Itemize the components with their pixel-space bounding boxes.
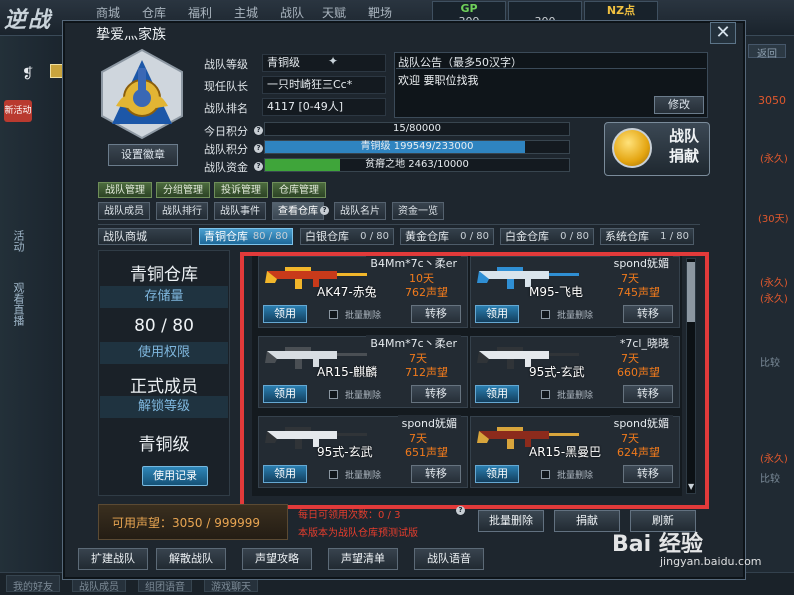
tab-bronze-storage[interactable]: 青铜仓库 80 / 80	[199, 228, 293, 245]
clan-level-label: 战队等级	[204, 58, 248, 71]
baidu-watermark: Bai 经验	[612, 532, 703, 557]
right-tag-2: (30天)	[758, 214, 789, 225]
tab-clan-manage[interactable]: 战队管理	[98, 182, 152, 198]
tab-silver-storage[interactable]: 白银仓库 0 / 80	[300, 228, 394, 245]
tab-storage-manage[interactable]: 仓库管理	[272, 182, 326, 198]
tab-gold-storage[interactable]: 黄金仓库 0 / 80	[400, 228, 494, 245]
rank-label: 战队排名	[204, 102, 248, 115]
help-icon[interactable]: ?	[320, 206, 329, 215]
usage-log-button[interactable]: 使用记录	[142, 466, 208, 486]
today-points-bar: 15/80000	[264, 122, 570, 136]
nav-clan[interactable]: 战队	[280, 4, 304, 21]
disband-clan-button[interactable]: 解散战队	[156, 548, 226, 570]
nav-range[interactable]: 靶场	[368, 4, 392, 21]
tab-events[interactable]: 战队事件	[214, 202, 266, 220]
clan-voice-button[interactable]: 战队语音	[414, 548, 484, 570]
tab-system-storage[interactable]: 系统仓库 1 / 80	[600, 228, 694, 245]
tab-group-manage[interactable]: 分组管理	[156, 182, 210, 198]
available-fame: 可用声望：3050 / 999999	[112, 516, 261, 530]
tab-divider	[98, 224, 700, 225]
back-button[interactable]: 返回	[748, 44, 786, 60]
right-fame: 3050	[758, 94, 786, 107]
clan-level-value: 青铜级	[262, 54, 386, 72]
nav-warehouse[interactable]: 仓库	[142, 4, 166, 21]
tab-view-storage[interactable]: 查看仓库	[272, 202, 324, 220]
tab-ranking[interactable]: 战队排行	[156, 202, 208, 220]
tab-clan-card[interactable]: 战队名片	[334, 202, 386, 220]
donate-item-button[interactable]: 捐献	[554, 510, 620, 532]
clan-points-bar: 青铜级 199549/233000	[264, 140, 570, 154]
daily-claim-hint: 每日可领用次数：0 / 3	[298, 510, 401, 521]
clan-funds-text: 贫瘠之地 2463/10000	[365, 159, 469, 170]
permission-label: 使用权限	[100, 342, 228, 364]
nav-welfare[interactable]: 福利	[188, 4, 212, 21]
tab-clan-shop[interactable]: 战队商城	[98, 228, 192, 245]
today-points-text: 15/80000	[393, 123, 441, 134]
donate-label: 战队捐献	[668, 127, 699, 165]
set-badge-button[interactable]: 设置徽章	[108, 144, 178, 166]
side-activity[interactable]: 活动	[4, 230, 26, 270]
help-icon[interactable]: ?	[456, 506, 465, 515]
notice-body: 欢迎 要职位找我	[398, 74, 479, 87]
clan-funds-bar: 贫瘠之地 2463/10000	[264, 158, 570, 172]
new-activity-badge[interactable]: 新活动	[4, 100, 32, 122]
batch-delete-button[interactable]: 批量删除	[478, 510, 544, 532]
edit-notice-button[interactable]: 修改	[654, 96, 704, 114]
tab-members[interactable]: 战队成员	[98, 202, 150, 220]
tab-funds[interactable]: 资金一览	[392, 202, 444, 220]
side-live[interactable]: 观看直播	[4, 282, 26, 342]
permission-value: 正式成员	[130, 377, 198, 397]
captain-label: 现任队长	[204, 80, 248, 93]
beta-hint: 本版本为战队仓库预测试版	[298, 528, 418, 539]
help-icon[interactable]: ?	[254, 144, 263, 153]
unlock-label: 解锁等级	[100, 396, 228, 418]
coin-icon	[612, 128, 652, 168]
right-tag-5: (永久)	[760, 454, 788, 465]
capacity-label: 存储量	[100, 286, 228, 308]
nav-main-city[interactable]: 主城	[234, 4, 258, 21]
nav-shop[interactable]: 商城	[96, 4, 120, 21]
right-compare-1[interactable]: 比较	[760, 354, 780, 369]
annotation-highlight-box	[240, 252, 709, 509]
fame-guide-button[interactable]: 声望攻略	[242, 548, 312, 570]
notice-divider	[396, 68, 706, 69]
nav-talent[interactable]: 天赋	[322, 4, 346, 21]
close-icon[interactable]: ✕	[710, 22, 736, 44]
tab-platinum-storage[interactable]: 白金仓库 0 / 80	[500, 228, 594, 245]
captain-value: 一只时崎狂三Cc*	[262, 76, 386, 94]
dialog-title: 挚爱灬家族	[96, 27, 166, 43]
qq-icon[interactable]: ❡	[22, 66, 38, 82]
rank-value: 4117 [0-49人]	[262, 98, 386, 116]
capacity-value: 80 / 80	[134, 316, 194, 336]
rank-badge-icon: ✦	[328, 54, 339, 68]
unlock-value: 青铜级	[138, 435, 190, 455]
right-tag-1: (永久)	[760, 154, 788, 165]
clan-points-text: 青铜级 199549/233000	[360, 141, 474, 152]
watermark-url: jingyan.baidu.com	[660, 555, 762, 568]
right-compare-2[interactable]: 比较	[760, 470, 780, 485]
right-tag-4: (永久)	[760, 294, 788, 305]
right-tag-3: (永久)	[760, 278, 788, 289]
fame-list-button[interactable]: 声望清单	[328, 548, 398, 570]
storage-title: 青铜仓库	[130, 265, 198, 285]
tab-complaint-manage[interactable]: 投诉管理	[214, 182, 268, 198]
clan-emblem	[101, 48, 183, 140]
help-icon[interactable]: ?	[254, 162, 263, 171]
expand-clan-button[interactable]: 扩建战队	[78, 548, 148, 570]
help-icon[interactable]: ?	[254, 126, 263, 135]
friends-tab[interactable]: 我的好友	[6, 575, 60, 593]
